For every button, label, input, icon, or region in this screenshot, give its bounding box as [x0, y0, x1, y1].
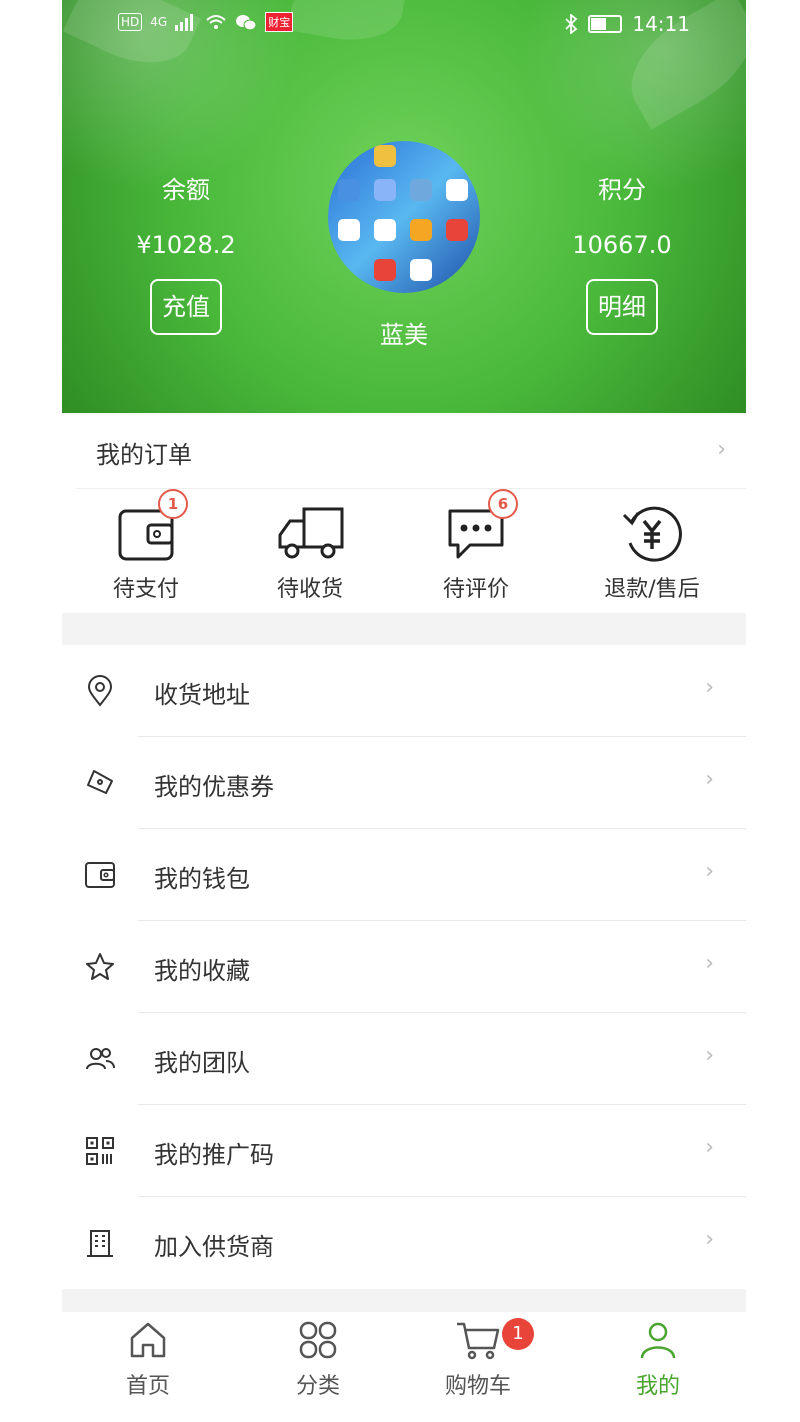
- points-block: 积分 10667.0 明细: [542, 170, 702, 335]
- points-value: 10667.0: [572, 231, 672, 259]
- battery-icon: [588, 15, 623, 33]
- recharge-button[interactable]: 充值: [150, 279, 222, 335]
- refund-yen-icon: [622, 506, 682, 562]
- bluetooth-icon: [565, 14, 578, 34]
- avatar-app-icon: [374, 219, 396, 241]
- cart-badge: 1: [502, 1318, 534, 1350]
- menu-item-promo-code[interactable]: 我的推广码 ›: [62, 1105, 746, 1197]
- order-item-label: 待支付: [112, 577, 179, 602]
- coupon-icon: [87, 770, 113, 794]
- signal-icon: [175, 14, 194, 31]
- order-pending-review[interactable]: 6 待评价: [396, 489, 556, 603]
- order-item-label: 待收货: [276, 577, 343, 602]
- avatar-app-icon: [374, 145, 396, 167]
- tab-label: 我的: [635, 1374, 680, 1399]
- points-label: 积分: [598, 176, 646, 204]
- my-orders-row[interactable]: 我的订单 ›: [76, 413, 746, 489]
- location-pin-icon: [87, 675, 113, 707]
- balance-label: 余额: [162, 176, 210, 204]
- menu-item-team[interactable]: 我的团队 ›: [62, 1013, 746, 1105]
- avatar-app-icon: [446, 219, 468, 241]
- chevron-right-icon: ›: [705, 859, 714, 884]
- menu-item-label: 我的优惠券: [154, 773, 274, 801]
- menu-item-label: 我的收藏: [154, 957, 250, 985]
- menu-item-wallet[interactable]: 我的钱包 ›: [62, 829, 746, 921]
- hd-tag: HD: [118, 13, 143, 31]
- avatar-app-icon: [338, 179, 360, 201]
- order-pending-receipt[interactable]: 待收货: [230, 503, 390, 603]
- order-item-label: 待评价: [442, 577, 509, 602]
- order-refund[interactable]: 退款/售后: [572, 503, 732, 603]
- menu-item-label: 我的钱包: [154, 865, 250, 893]
- tab-mine[interactable]: 我的: [598, 1318, 718, 1400]
- menu-item-supplier[interactable]: 加入供货商 ›: [62, 1197, 746, 1289]
- avatar-app-icon: [374, 259, 396, 281]
- clock: 14:11: [632, 12, 690, 36]
- tab-cart[interactable]: 购物车 1: [418, 1318, 538, 1400]
- user-icon: [640, 1322, 676, 1359]
- menu-item-address[interactable]: 收货地址 ›: [62, 645, 746, 737]
- avatar-app-icon: [410, 179, 432, 201]
- tab-label: 首页: [125, 1374, 170, 1399]
- avatar[interactable]: [328, 141, 480, 293]
- chevron-right-icon: ›: [705, 1135, 714, 1160]
- avatar-app-icon: [446, 179, 468, 201]
- username: 蓝美: [380, 321, 428, 349]
- tab-home[interactable]: 首页: [88, 1318, 208, 1400]
- chevron-right-icon: ›: [705, 951, 714, 976]
- menu-item-label: 我的团队: [154, 1049, 250, 1077]
- wechat-icon: [236, 15, 257, 31]
- avatar-app-icon: [410, 219, 432, 241]
- menu-item-favorites[interactable]: 我的收藏 ›: [62, 921, 746, 1013]
- cart-icon: [457, 1322, 500, 1360]
- points-detail-button[interactable]: 明细: [586, 279, 658, 335]
- avatar-app-icon: [338, 219, 360, 241]
- menu-list: 收货地址 › 我的优惠券 › 我的钱包 › 我的收藏 › 我的团队 › 我的推广…: [62, 645, 746, 1289]
- menu-item-label: 加入供货商: [154, 1233, 274, 1261]
- my-orders-title: 我的订单: [96, 441, 192, 469]
- network-type: 4G: [150, 15, 168, 29]
- pending-review-badge: 6: [488, 489, 518, 519]
- chevron-right-icon: ›: [705, 675, 714, 700]
- app-notification-tag: 财宝: [265, 12, 294, 32]
- wallet-icon: [85, 862, 115, 888]
- balance-value: ¥1028.2: [136, 231, 236, 259]
- tab-label: 分类: [295, 1374, 340, 1399]
- team-icon: [86, 1048, 115, 1070]
- chevron-right-icon: ›: [717, 437, 726, 462]
- menu-item-label: 我的推广码: [154, 1141, 274, 1169]
- tab-label: 购物车: [444, 1374, 511, 1399]
- avatar-app-icon: [374, 179, 396, 201]
- status-bar: HD 4G 财宝 14:11: [62, 12, 746, 40]
- qr-code-icon: [86, 1137, 114, 1165]
- chevron-right-icon: ›: [705, 1043, 714, 1068]
- orders-section: 我的订单 › 1 待支付 待收货 6 待评价 退款/售后: [62, 413, 746, 613]
- category-icon: [299, 1321, 337, 1359]
- balance-block: 余额 ¥1028.2 充值: [106, 170, 266, 335]
- menu-item-label: 收货地址: [154, 681, 250, 709]
- avatar-app-icon: [410, 259, 432, 281]
- wifi-icon: [206, 15, 226, 29]
- profile-header: HD 4G 财宝 14:11 余额 ¥1028.2 充值 蓝美 积分 10667…: [62, 0, 746, 413]
- home-icon: [130, 1322, 166, 1358]
- order-pending-payment[interactable]: 1 待支付: [66, 489, 226, 603]
- tab-category[interactable]: 分类: [258, 1318, 378, 1400]
- star-icon: [86, 953, 114, 980]
- app-screen: HD 4G 财宝 14:11 余额 ¥1028.2 充值 蓝美 积分 10667…: [62, 0, 746, 1422]
- order-item-label: 退款/售后: [604, 577, 700, 602]
- chevron-right-icon: ›: [705, 767, 714, 792]
- chevron-right-icon: ›: [705, 1227, 714, 1252]
- truck-icon: [278, 507, 344, 559]
- pending-payment-badge: 1: [158, 489, 188, 519]
- building-icon: [87, 1230, 113, 1257]
- bottom-tab-bar: 首页 分类 购物车 1 我的: [62, 1312, 746, 1422]
- menu-item-coupons[interactable]: 我的优惠券 ›: [62, 737, 746, 829]
